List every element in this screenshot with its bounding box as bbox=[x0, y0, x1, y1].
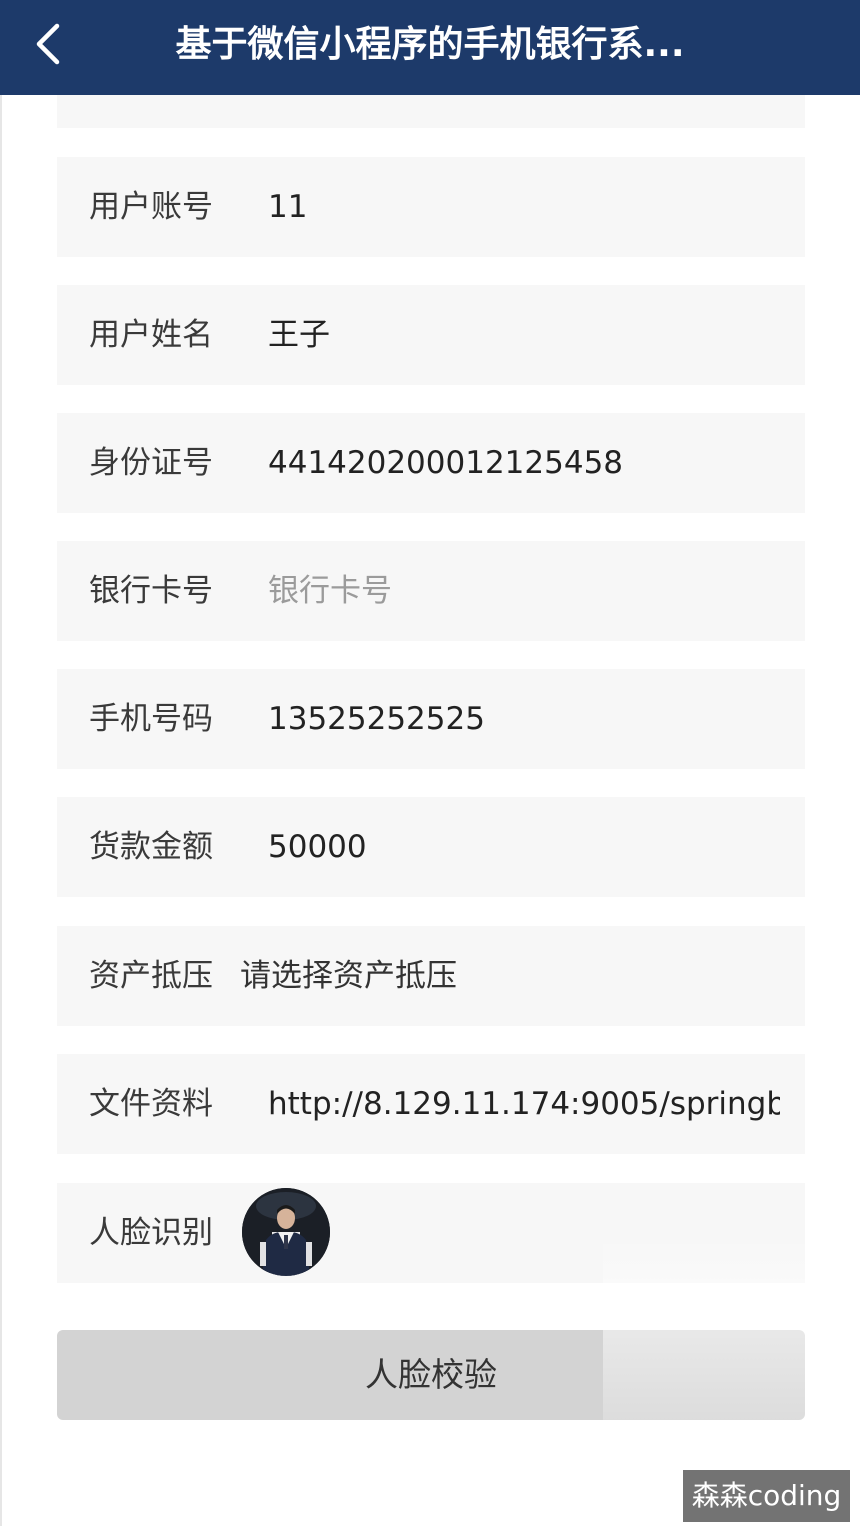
watermark: 森森coding bbox=[683, 1470, 850, 1522]
face-photo[interactable] bbox=[242, 1188, 330, 1276]
file-input[interactable]: http://8.129.11.174:9005/springbooty bbox=[268, 1054, 780, 1154]
page-title: 基于微信小程序的手机银行系... bbox=[175, 24, 685, 65]
name-row: 用户姓名 王子 bbox=[57, 285, 805, 385]
file-row: 文件资料 http://8.129.11.174:9005/springboot… bbox=[57, 1054, 805, 1154]
face-label: 人脸识别 bbox=[89, 1215, 213, 1251]
form-row-partial bbox=[57, 95, 805, 128]
loan-amount-input[interactable]: 50000 bbox=[268, 797, 367, 897]
loan-amount-row: 货款金额 50000 bbox=[57, 797, 805, 897]
back-button[interactable] bbox=[18, 14, 78, 74]
left-divider bbox=[0, 95, 2, 1526]
name-input[interactable]: 王子 bbox=[268, 285, 330, 385]
face-verify-button[interactable]: 人脸校验 bbox=[57, 1330, 805, 1420]
phone-input[interactable]: 13525252525 bbox=[268, 669, 485, 769]
asset-pledge-picker[interactable]: 请选择资产抵压 bbox=[240, 926, 457, 1026]
id-number-row: 身份证号 441420200012125458 bbox=[57, 413, 805, 513]
account-input[interactable]: 11 bbox=[268, 157, 307, 257]
chevron-left-icon bbox=[36, 23, 60, 65]
asset-pledge-label: 资产抵压 bbox=[89, 958, 213, 994]
id-number-input[interactable]: 441420200012125458 bbox=[268, 413, 623, 513]
file-label: 文件资料 bbox=[89, 1086, 213, 1122]
account-label: 用户账号 bbox=[89, 189, 213, 225]
account-row: 用户账号 11 bbox=[57, 157, 805, 257]
asset-pledge-row: 资产抵压 请选择资产抵压 bbox=[57, 926, 805, 1026]
id-number-label: 身份证号 bbox=[89, 445, 213, 481]
loan-amount-label: 货款金额 bbox=[89, 829, 213, 865]
bank-card-row: 银行卡号 银行卡号 bbox=[57, 541, 805, 641]
user-photo-icon bbox=[242, 1188, 330, 1276]
phone-row: 手机号码 13525252525 bbox=[57, 669, 805, 769]
name-label: 用户姓名 bbox=[89, 317, 213, 353]
face-row: 人脸识别 bbox=[57, 1183, 805, 1283]
bank-card-label: 银行卡号 bbox=[89, 573, 213, 609]
phone-label: 手机号码 bbox=[89, 701, 213, 737]
nav-bar: 基于微信小程序的手机银行系... bbox=[0, 0, 860, 95]
bank-card-input[interactable]: 银行卡号 bbox=[268, 541, 392, 641]
